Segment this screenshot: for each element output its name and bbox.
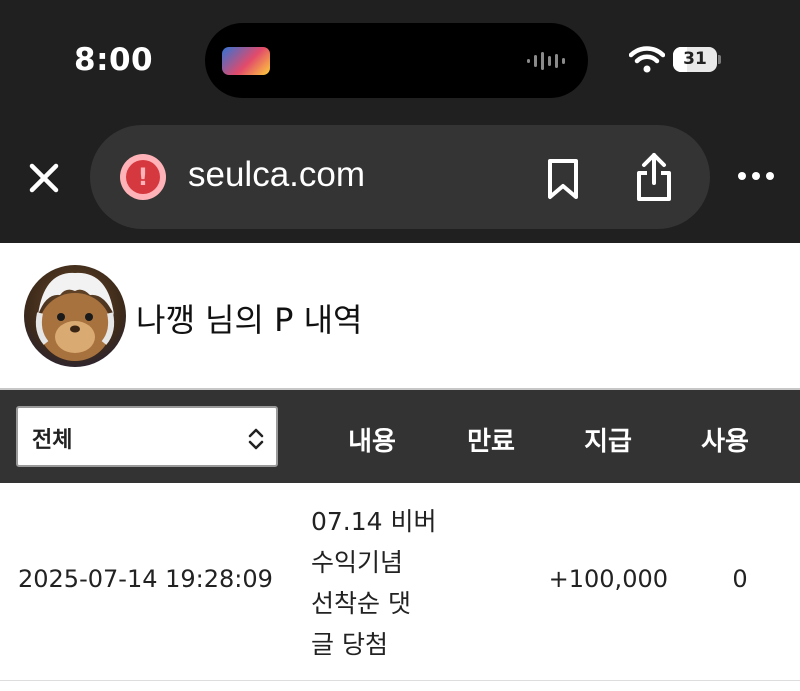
table-row: 2025-07-14 19:28:09 07.14 비버 수익기념 선착순 댓 … (0, 483, 800, 681)
browser-chrome: 8:00 31 ! seulca.com (0, 0, 800, 243)
column-header-used: 사용 (701, 427, 749, 457)
url-text[interactable]: seulca.com (188, 155, 365, 195)
audio-wave-icon (527, 52, 565, 70)
close-icon[interactable] (26, 160, 62, 196)
column-header-content: 내용 (348, 427, 396, 457)
row-content: 07.14 비버 수익기념 선착순 댓 글 당첨 (311, 501, 451, 665)
avatar (24, 265, 126, 367)
table-header: 전체 내용 만료 지급 사용 (0, 388, 800, 483)
warning-icon[interactable]: ! (120, 154, 166, 200)
row-content-line: 수익기념 (311, 548, 404, 577)
page-title: 나깽 님의 P 내역 (136, 301, 363, 339)
row-used: 0 (732, 565, 748, 593)
row-content-line: 07.14 비버 (311, 507, 437, 536)
profile-header: 나깽 님의 P 내역 (0, 243, 800, 388)
share-icon[interactable] (633, 151, 675, 203)
row-date: 2025-07-14 19:28:09 (18, 565, 273, 593)
row-paid: +100,000 (548, 565, 668, 593)
dynamic-island (205, 23, 588, 98)
row-content-line: 글 당첨 (311, 630, 388, 659)
battery-level: 31 (683, 49, 707, 69)
column-header-expired: 만료 (467, 427, 515, 457)
chevron-updown-icon (248, 428, 264, 450)
wifi-icon (629, 46, 665, 73)
more-icon[interactable] (738, 168, 774, 184)
bookmark-icon[interactable] (545, 158, 581, 200)
battery-indicator: 31 (673, 47, 721, 72)
media-thumbnail (222, 47, 270, 75)
filter-selected-value: 전체 (32, 428, 73, 453)
address-bar[interactable]: ! seulca.com (90, 125, 710, 229)
filter-select[interactable]: 전체 (16, 406, 278, 467)
column-header-paid: 지급 (584, 427, 632, 457)
status-time: 8:00 (74, 42, 154, 78)
row-content-line: 선착순 댓 (311, 589, 411, 618)
